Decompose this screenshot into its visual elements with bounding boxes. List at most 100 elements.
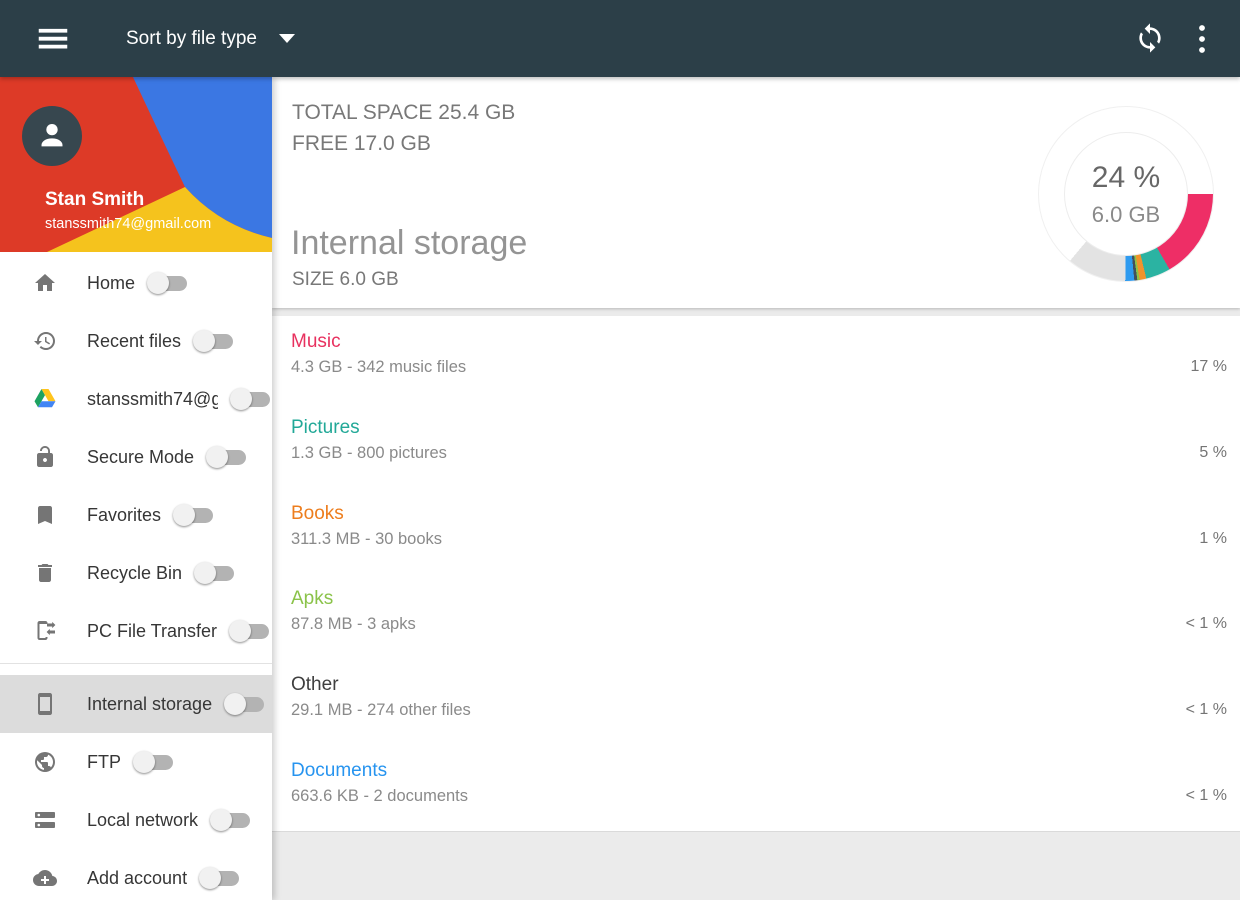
category-detail: 311.3 MB - 30 books [291, 529, 443, 548]
drawer-menu: Home Recent files stanssmith74@gm... Sec… [0, 252, 272, 900]
drawer-item-pc-file-transfer[interactable]: PC File Transfer [0, 602, 272, 660]
person-icon [41, 123, 63, 147]
category-row[interactable]: Music 4.3 GB - 342 music files 17 % [272, 316, 1240, 402]
toggle-knob [147, 272, 170, 294]
sort-selector[interactable]: Sort by file type [126, 0, 295, 77]
avatar[interactable] [22, 106, 82, 166]
sync-icon[interactable] [1134, 22, 1166, 54]
category-name: Other [291, 674, 339, 696]
category-row[interactable]: Apks 87.8 MB - 3 apks < 1 % [272, 573, 1240, 659]
storage-donut-chart: 24 % 6.0 GB [1038, 106, 1214, 282]
history-icon [33, 329, 57, 353]
category-row[interactable]: Pictures 1.3 GB - 800 pictures 5 % [272, 402, 1240, 488]
toggle-knob [199, 867, 222, 889]
category-percent: 5 % [1199, 443, 1227, 461]
drawer-item-label: FTP [87, 751, 121, 772]
user-name: Stan Smith [45, 189, 145, 210]
secure-mode-toggle[interactable] [229, 619, 271, 643]
overflow-menu-icon[interactable] [1192, 24, 1212, 54]
cloud-add-icon [33, 866, 57, 890]
drawer-item-label: Internal storage [87, 693, 213, 714]
secure-mode-toggle[interactable] [210, 808, 252, 832]
secure-mode-toggle[interactable] [147, 271, 189, 295]
drawer-item-label: Recycle Bin [87, 562, 183, 583]
toggle-knob [230, 388, 252, 410]
hamburger-menu-icon[interactable] [34, 20, 72, 58]
category-percent: < 1 % [1185, 701, 1227, 719]
smartphone-icon [33, 692, 57, 716]
drawer-item-label: Recent files [87, 330, 182, 351]
content-area: TOTAL SPACE 25.4 GB FREE 17.0 GB Interna… [272, 77, 1240, 900]
category-name: Apks [291, 588, 334, 610]
secure-mode-toggle[interactable] [173, 503, 215, 527]
drawer-divider [0, 663, 272, 664]
total-space-label: TOTAL SPACE 25.4 GB [292, 101, 516, 124]
bookmark-icon [33, 503, 57, 527]
category-percent: 17 % [1190, 358, 1227, 375]
category-detail: 87.8 MB - 3 apks [291, 615, 416, 634]
drawer-item-label: Home [87, 272, 136, 293]
drawer-item-ftp[interactable]: FTP [0, 733, 272, 791]
drawer-item-local-network[interactable]: Local network [0, 791, 272, 849]
globe-icon [33, 750, 57, 774]
toggle-knob [133, 751, 155, 773]
secure-mode-toggle[interactable] [199, 866, 241, 890]
drawer-item-label: PC File Transfer [87, 620, 218, 641]
drawer-item-home[interactable]: Home [0, 254, 272, 312]
trash-icon [33, 561, 57, 585]
toggle-knob [194, 562, 217, 584]
toggle-knob [193, 330, 216, 352]
caret-down-icon [278, 34, 295, 43]
drawer-item-secure-mode[interactable]: Secure Mode [0, 428, 272, 486]
home-icon [33, 271, 57, 295]
category-name: Documents [291, 759, 388, 781]
secure-mode-toggle[interactable] [193, 329, 235, 353]
user-email: stanssmith74@gmail.com [45, 216, 212, 232]
category-detail: 1.3 GB - 800 pictures [291, 443, 447, 462]
navigation-drawer: Stan Smith stanssmith74@gmail.com Home R… [0, 77, 272, 900]
donut-center: 24 % 6.0 GB [1064, 132, 1188, 256]
category-row[interactable]: Documents 663.6 KB - 2 documents < 1 % [272, 745, 1240, 831]
free-space-label: FREE 17.0 GB [292, 132, 431, 155]
toggle-knob [206, 446, 229, 468]
google-drive-icon [33, 387, 57, 411]
drawer-item-add-account[interactable]: Add account [0, 849, 272, 900]
drawer-item-recycle-bin[interactable]: Recycle Bin [0, 544, 272, 602]
topbar: Sort by file type [0, 0, 1240, 77]
storage-size-label: SIZE 6.0 GB [292, 269, 399, 290]
drawer-item-label: Secure Mode [87, 446, 195, 467]
category-name: Books [291, 502, 344, 524]
drawer-item-drive-account[interactable]: stanssmith74@gm... [0, 370, 272, 428]
drawer-item-label: stanssmith74@gm... [87, 388, 218, 409]
local-network-icon [33, 808, 57, 832]
lock-open-icon [33, 445, 57, 469]
category-row[interactable]: Books 311.3 MB - 30 books 1 % [272, 488, 1240, 574]
toggle-knob [210, 809, 233, 831]
drawer-item-recent-files[interactable]: Recent files [0, 312, 272, 370]
category-detail: 4.3 GB - 342 music files [291, 358, 467, 376]
category-name: Pictures [291, 416, 360, 438]
drawer-item-label: Favorites [87, 504, 162, 525]
content-footer [272, 831, 1240, 900]
secure-mode-toggle[interactable] [206, 445, 248, 469]
category-name: Music [291, 331, 341, 352]
secure-mode-toggle[interactable] [230, 387, 272, 411]
used-percent: 24 % [1091, 160, 1161, 194]
sort-label: Sort by file type [126, 27, 257, 49]
drawer-item-label: Local network [87, 809, 199, 830]
drawer-item-label: Add account [87, 867, 188, 888]
category-row[interactable]: Other 29.1 MB - 274 other files < 1 % [272, 659, 1240, 745]
category-percent: 1 % [1199, 529, 1227, 547]
toggle-knob [229, 620, 252, 642]
storage-summary-card: TOTAL SPACE 25.4 GB FREE 17.0 GB Interna… [272, 77, 1240, 308]
category-detail: 29.1 MB - 274 other files [291, 701, 471, 720]
category-percent: < 1 % [1185, 615, 1227, 633]
secure-mode-toggle[interactable] [224, 692, 266, 716]
drawer-item-favorites[interactable]: Favorites [0, 486, 272, 544]
toggle-knob [224, 693, 247, 715]
secure-mode-toggle[interactable] [194, 561, 236, 585]
pc-file-transfer-icon [33, 619, 57, 643]
drawer-item-internal-storage[interactable]: Internal storage [0, 675, 272, 733]
category-detail: 663.6 KB - 2 documents [291, 786, 469, 805]
secure-mode-toggle[interactable] [133, 750, 175, 774]
